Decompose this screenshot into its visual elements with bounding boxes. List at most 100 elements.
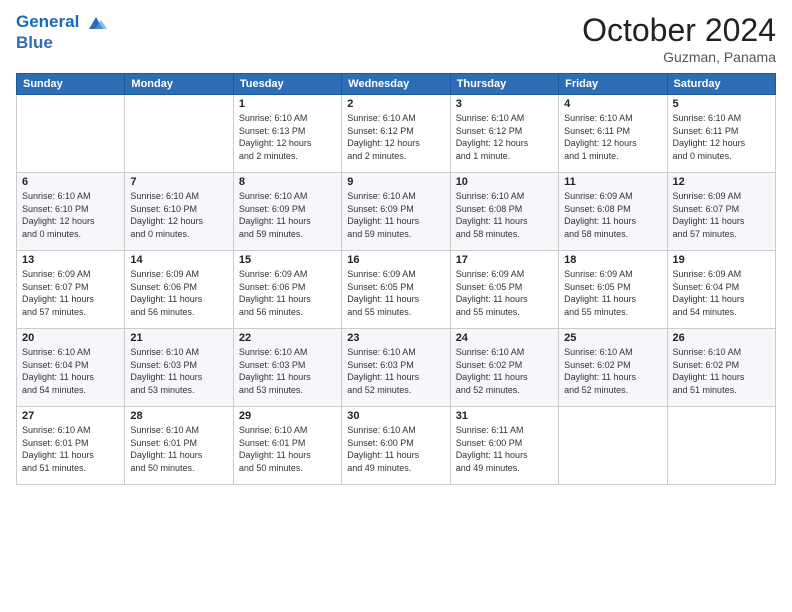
calendar-header-friday: Friday	[559, 74, 667, 95]
day-info: Sunrise: 6:11 AMSunset: 6:00 PMDaylight:…	[456, 424, 553, 474]
calendar-cell: 31 Sunrise: 6:11 AMSunset: 6:00 PMDayligh…	[450, 407, 558, 485]
calendar-cell: 14Sunrise: 6:09 AMSunset: 6:06 PMDayligh…	[125, 251, 233, 329]
calendar-cell: 5Sunrise: 6:10 AMSunset: 6:11 PMDaylight…	[667, 95, 775, 173]
day-number: 20	[22, 332, 119, 344]
calendar-cell: 10 Sunrise: 6:10 AMSunset: 6:08 PMDayligh…	[450, 173, 558, 251]
calendar-cell	[559, 407, 667, 485]
day-number: 1	[239, 98, 336, 110]
day-info: Sunrise: 6:10 AMSunset: 6:02 PMDaylight:…	[673, 346, 770, 396]
day-info: Sunrise: 6:10 AMSunset: 6:09 PMDaylight:…	[239, 190, 336, 240]
day-info: Sunrise: 6:10 AMSunset: 6:03 PMDaylight:…	[130, 346, 227, 396]
day-info: Sunrise: 6:10 AMSunset: 6:12 PMDaylight:…	[347, 112, 444, 162]
calendar-cell: 24Sunrise: 6:10 AMSunset: 6:02 PMDayligh…	[450, 329, 558, 407]
calendar-cell: 25 Sunrise: 6:10 AMSunset: 6:02 PMDayligh…	[559, 329, 667, 407]
calendar-cell: 21 Sunrise: 6:10 AMSunset: 6:03 PMDayligh…	[125, 329, 233, 407]
day-number: 31	[456, 410, 553, 422]
day-number: 19	[673, 254, 770, 266]
calendar-week-3: 13Sunrise: 6:09 AMSunset: 6:07 PMDayligh…	[17, 251, 776, 329]
calendar-header-thursday: Thursday	[450, 74, 558, 95]
day-info: Sunrise: 6:10 AMSunset: 6:03 PMDaylight:…	[239, 346, 336, 396]
day-number: 25	[564, 332, 661, 344]
calendar-cell: 22 Sunrise: 6:10 AMSunset: 6:03 PMDayligh…	[233, 329, 341, 407]
day-info: Sunrise: 6:10 AMSunset: 6:09 PMDaylight:…	[347, 190, 444, 240]
calendar-cell: 23 Sunrise: 6:10 AMSunset: 6:03 PMDayligh…	[342, 329, 450, 407]
calendar-cell: 9 Sunrise: 6:10 AMSunset: 6:09 PMDaylight…	[342, 173, 450, 251]
logo-blue: Blue	[16, 33, 107, 53]
day-number: 7	[130, 176, 227, 188]
day-number: 3	[456, 98, 553, 110]
day-number: 30	[347, 410, 444, 422]
calendar-header-row: SundayMondayTuesdayWednesdayThursdayFrid…	[17, 74, 776, 95]
day-info: Sunrise: 6:10 AMSunset: 6:04 PMDaylight:…	[22, 346, 119, 396]
calendar-cell	[667, 407, 775, 485]
header: General Blue October 2024 Guzman, Panama	[16, 12, 776, 65]
day-number: 18	[564, 254, 661, 266]
day-info: Sunrise: 6:10 AMSunset: 6:01 PMDaylight:…	[239, 424, 336, 474]
calendar-cell: 11 Sunrise: 6:09 AMSunset: 6:08 PMDayligh…	[559, 173, 667, 251]
page: General Blue October 2024 Guzman, Panama…	[0, 0, 792, 612]
day-number: 4	[564, 98, 661, 110]
location: Guzman, Panama	[582, 49, 776, 65]
day-number: 9	[347, 176, 444, 188]
day-number: 17	[456, 254, 553, 266]
day-number: 13	[22, 254, 119, 266]
day-number: 12	[673, 176, 770, 188]
calendar-cell: 12 Sunrise: 6:09 AMSunset: 6:07 PMDayligh…	[667, 173, 775, 251]
calendar-cell: 6Sunrise: 6:10 AMSunset: 6:10 PMDaylight…	[17, 173, 125, 251]
day-info: Sunrise: 6:10 AMSunset: 6:08 PMDaylight:…	[456, 190, 553, 240]
day-info: Sunrise: 6:09 AMSunset: 6:05 PMDaylight:…	[564, 268, 661, 318]
day-number: 11	[564, 176, 661, 188]
day-info: Sunrise: 6:10 AMSunset: 6:02 PMDaylight:…	[564, 346, 661, 396]
day-number: 10	[456, 176, 553, 188]
calendar-cell: 3 Sunrise: 6:10 AMSunset: 6:12 PMDaylight…	[450, 95, 558, 173]
day-info: Sunrise: 6:10 AMSunset: 6:01 PMDaylight:…	[130, 424, 227, 474]
day-info: Sunrise: 6:10 AMSunset: 6:03 PMDaylight:…	[347, 346, 444, 396]
day-number: 8	[239, 176, 336, 188]
day-number: 29	[239, 410, 336, 422]
day-number: 22	[239, 332, 336, 344]
logo-general: General	[16, 12, 79, 31]
day-info: Sunrise: 6:09 AMSunset: 6:05 PMDaylight:…	[456, 268, 553, 318]
calendar-week-4: 20 Sunrise: 6:10 AMSunset: 6:04 PMDayligh…	[17, 329, 776, 407]
day-number: 28	[130, 410, 227, 422]
day-number: 15	[239, 254, 336, 266]
calendar-cell: 28 Sunrise: 6:10 AMSunset: 6:01 PMDayligh…	[125, 407, 233, 485]
day-info: Sunrise: 6:09 AMSunset: 6:07 PMDaylight:…	[673, 190, 770, 240]
calendar-cell: 17 Sunrise: 6:09 AMSunset: 6:05 PMDayligh…	[450, 251, 558, 329]
calendar-cell: 15 Sunrise: 6:09 AMSunset: 6:06 PMDayligh…	[233, 251, 341, 329]
calendar-cell: 30Sunrise: 6:10 AMSunset: 6:00 PMDayligh…	[342, 407, 450, 485]
day-number: 21	[130, 332, 227, 344]
day-info: Sunrise: 6:10 AMSunset: 6:11 PMDaylight:…	[564, 112, 661, 162]
calendar-header-monday: Monday	[125, 74, 233, 95]
calendar-cell: 27 Sunrise: 6:10 AMSunset: 6:01 PMDayligh…	[17, 407, 125, 485]
calendar-table: SundayMondayTuesdayWednesdayThursdayFrid…	[16, 73, 776, 485]
day-info: Sunrise: 6:10 AMSunset: 6:02 PMDaylight:…	[456, 346, 553, 396]
day-info: Sunrise: 6:09 AMSunset: 6:04 PMDaylight:…	[673, 268, 770, 318]
calendar-cell: 8 Sunrise: 6:10 AMSunset: 6:09 PMDaylight…	[233, 173, 341, 251]
day-number: 6	[22, 176, 119, 188]
calendar-cell	[125, 95, 233, 173]
day-info: Sunrise: 6:10 AMSunset: 6:01 PMDaylight:…	[22, 424, 119, 474]
day-info: Sunrise: 6:09 AMSunset: 6:06 PMDaylight:…	[130, 268, 227, 318]
day-info: Sunrise: 6:09 AMSunset: 6:08 PMDaylight:…	[564, 190, 661, 240]
day-info: Sunrise: 6:10 AMSunset: 6:13 PMDaylight:…	[239, 112, 336, 162]
calendar-week-2: 6Sunrise: 6:10 AMSunset: 6:10 PMDaylight…	[17, 173, 776, 251]
calendar-cell: 1 Sunrise: 6:10 AMSunset: 6:13 PMDaylight…	[233, 95, 341, 173]
calendar-week-1: 1 Sunrise: 6:10 AMSunset: 6:13 PMDaylight…	[17, 95, 776, 173]
calendar-cell: 2 Sunrise: 6:10 AMSunset: 6:12 PMDaylight…	[342, 95, 450, 173]
day-number: 16	[347, 254, 444, 266]
calendar-cell: 29 Sunrise: 6:10 AMSunset: 6:01 PMDayligh…	[233, 407, 341, 485]
day-number: 26	[673, 332, 770, 344]
day-info: Sunrise: 6:09 AMSunset: 6:06 PMDaylight:…	[239, 268, 336, 318]
title-area: October 2024 Guzman, Panama	[582, 12, 776, 65]
day-info: Sunrise: 6:09 AMSunset: 6:05 PMDaylight:…	[347, 268, 444, 318]
calendar-cell: 19 Sunrise: 6:09 AMSunset: 6:04 PMDayligh…	[667, 251, 775, 329]
calendar-cell: 16 Sunrise: 6:09 AMSunset: 6:05 PMDayligh…	[342, 251, 450, 329]
calendar-cell: 7Sunrise: 6:10 AMSunset: 6:10 PMDaylight…	[125, 173, 233, 251]
day-number: 23	[347, 332, 444, 344]
calendar-cell: 20 Sunrise: 6:10 AMSunset: 6:04 PMDayligh…	[17, 329, 125, 407]
day-number: 27	[22, 410, 119, 422]
calendar-cell: 4 Sunrise: 6:10 AMSunset: 6:11 PMDaylight…	[559, 95, 667, 173]
day-number: 2	[347, 98, 444, 110]
day-info: Sunrise: 6:10 AMSunset: 6:12 PMDaylight:…	[456, 112, 553, 162]
